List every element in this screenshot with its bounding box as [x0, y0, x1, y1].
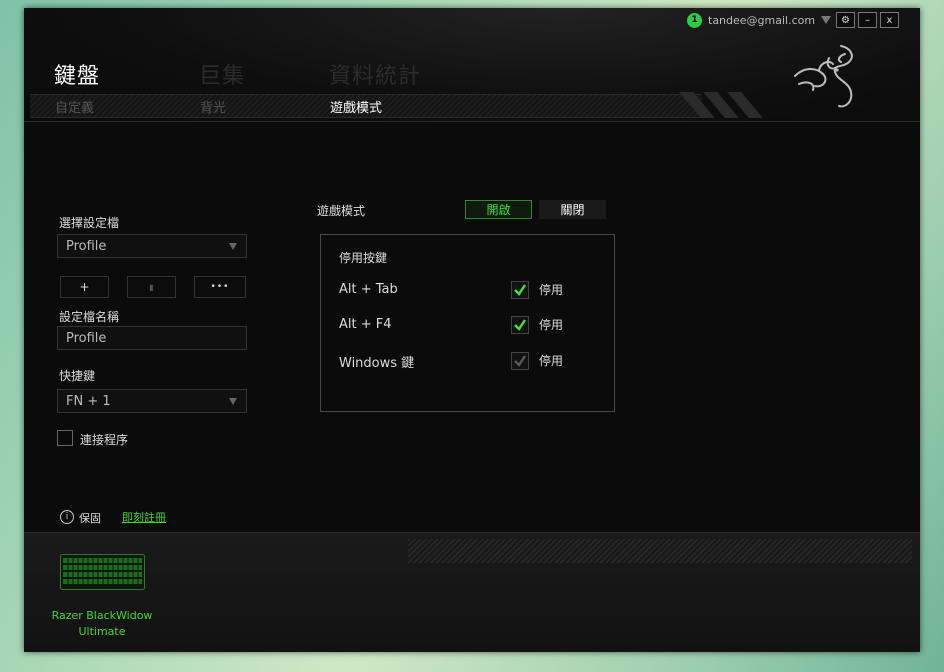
more-options-button[interactable]: •••	[194, 276, 246, 298]
settings-button[interactable]: ⚙	[836, 12, 855, 28]
key-windows: Windows 鍵	[339, 356, 415, 371]
windows-key-checkbox[interactable]	[511, 352, 529, 370]
chevron-down-icon	[229, 398, 237, 405]
checkmark-icon	[514, 284, 526, 296]
profile-dropdown-value: Profile	[66, 238, 107, 254]
device-name[interactable]: Razer BlackWidow Ultimate	[44, 608, 160, 640]
chevron-down-icon	[229, 243, 237, 250]
delete-profile-button[interactable]: ▮	[127, 276, 176, 298]
alt-f4-disable-label: 停用	[539, 318, 564, 332]
shortcut-dropdown[interactable]: FN + 1	[57, 389, 247, 413]
shortcut-dropdown-value: FN + 1	[66, 393, 111, 409]
gaming-mode-off-button[interactable]: 關閉	[539, 200, 606, 219]
disable-keys-box: 停用按鍵 Alt + Tab 停用 Alt + F4 停用 Windows 鍵 …	[320, 234, 615, 412]
device-name-line2: Ultimate	[78, 625, 126, 638]
gaming-mode-on-button[interactable]: 開啟	[465, 200, 532, 219]
key-alt-tab: Alt + Tab	[339, 282, 398, 297]
link-program-checkbox[interactable]	[57, 430, 73, 446]
shortcut-label: 快捷鍵	[59, 369, 96, 383]
register-link[interactable]: 即刻註冊	[122, 509, 166, 525]
close-button[interactable]: x	[880, 12, 899, 28]
tab-lighting[interactable]: 背光	[200, 97, 226, 116]
profile-dropdown[interactable]: Profile	[57, 234, 247, 258]
notification-badge[interactable]: 1	[687, 12, 702, 28]
razer-logo-icon	[794, 45, 853, 108]
info-icon: i	[60, 510, 74, 524]
device-panel-stripe	[408, 539, 912, 563]
warranty-label: 保固	[79, 512, 101, 525]
minimize-button[interactable]: –	[858, 12, 877, 28]
tab-keyboard[interactable]: 鍵盤	[54, 58, 100, 90]
app-window: 1 tandee@gmail.com ⚙ – x 鍵盤 巨集 資料統計 自定義 …	[24, 8, 920, 652]
user-email[interactable]: tandee@gmail.com	[708, 14, 815, 27]
alt-f4-checkbox[interactable]	[511, 316, 529, 334]
link-program-label: 連接程序	[80, 433, 129, 447]
profile-name-input[interactable]: Profile	[57, 326, 247, 350]
checkmark-icon	[514, 355, 526, 367]
device-name-line1: Razer BlackWidow	[51, 609, 153, 622]
gaming-mode-label: 遊戲模式	[317, 204, 366, 218]
disable-keys-title: 停用按鍵	[339, 251, 388, 265]
profile-name-label: 設定檔名稱	[59, 310, 120, 324]
windows-key-disable-label: 停用	[539, 354, 564, 368]
user-area[interactable]: 1 tandee@gmail.com	[687, 12, 854, 28]
chevron-down-icon[interactable]	[821, 16, 832, 24]
window-controls: ⚙ – x	[836, 12, 899, 28]
alt-tab-disable-label: 停用	[539, 283, 564, 297]
header-stripes	[674, 92, 774, 118]
keyboard-device-icon[interactable]	[60, 554, 145, 590]
tab-macro[interactable]: 巨集	[199, 58, 245, 90]
tab-gaming-mode[interactable]: 遊戲模式	[330, 97, 382, 116]
profile-select-label: 選擇設定檔	[59, 216, 120, 230]
tab-customize[interactable]: 自定義	[55, 97, 94, 116]
key-alt-f4: Alt + F4	[339, 317, 392, 332]
tab-stats[interactable]: 資料統計	[329, 58, 421, 90]
alt-tab-checkbox[interactable]	[511, 281, 529, 299]
checkmark-icon	[514, 319, 526, 331]
add-profile-button[interactable]: +	[60, 276, 109, 298]
header-divider	[24, 121, 920, 122]
